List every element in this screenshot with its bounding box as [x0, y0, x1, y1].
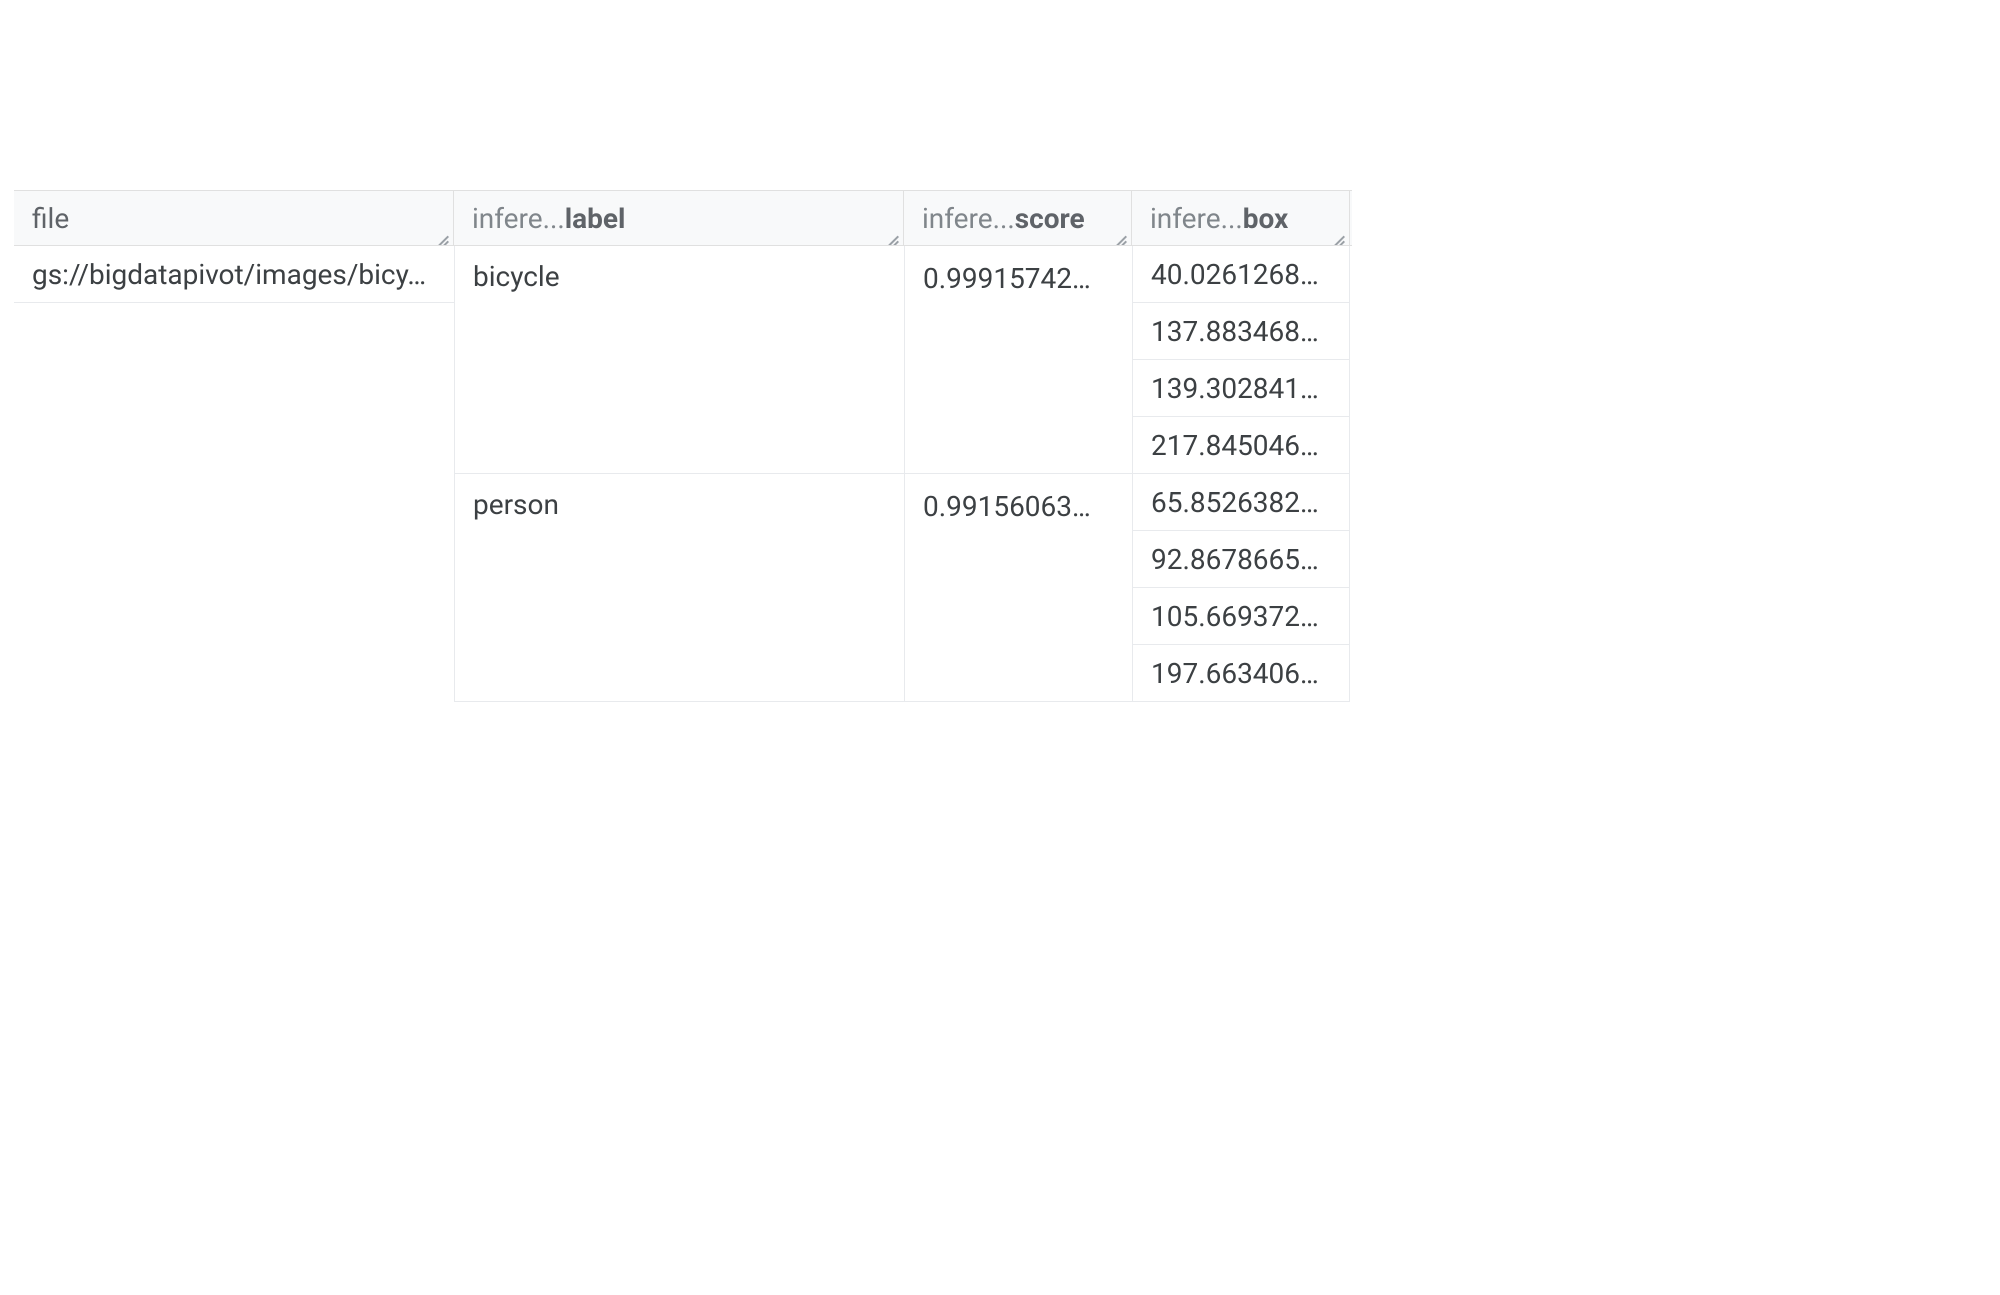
table-column-score: 0.99915742… 0.99156063…: [904, 246, 1132, 702]
cell-score[interactable]: 0.99915742…: [904, 246, 1132, 474]
table-column-file: gs://bigdatapivot/images/bicy…: [14, 246, 454, 702]
cell-box[interactable]: 217.845046…: [1132, 417, 1350, 474]
column-resize-icon: [881, 225, 899, 243]
column-header-score[interactable]: infere...score: [904, 191, 1132, 245]
cell-box[interactable]: 137.883468…: [1132, 303, 1350, 360]
table-column-box: 40.0261268… 137.883468… 139.302841… 217.…: [1132, 246, 1350, 702]
column-header-file-label: file: [32, 202, 69, 235]
table-column-label: bicycle person: [454, 246, 904, 702]
table-body: gs://bigdatapivot/images/bicy… bicycle p…: [14, 246, 1352, 702]
cell-label[interactable]: bicycle: [454, 246, 904, 474]
column-header-box[interactable]: infere...box: [1132, 191, 1350, 245]
column-header-box-label: infere...box: [1150, 202, 1288, 235]
cell-box[interactable]: 197.663406…: [1132, 645, 1350, 702]
column-resize-icon: [1327, 225, 1345, 243]
cell-label[interactable]: person: [454, 474, 904, 702]
column-resize-icon: [1109, 225, 1127, 243]
cell-box[interactable]: 65.8526382…: [1132, 474, 1350, 531]
results-table: file infere...label infere...score infer…: [14, 190, 1352, 702]
table-header-row: file infere...label infere...score infer…: [14, 190, 1352, 246]
column-header-label-label: infere...label: [472, 202, 625, 235]
cell-box[interactable]: 40.0261268…: [1132, 246, 1350, 303]
column-header-score-label: infere...score: [922, 202, 1085, 235]
cell-score[interactable]: 0.99156063…: [904, 474, 1132, 702]
cell-file[interactable]: gs://bigdatapivot/images/bicy…: [14, 246, 454, 303]
column-resize-icon: [431, 225, 449, 243]
cell-box[interactable]: 139.302841…: [1132, 360, 1350, 417]
cell-box[interactable]: 105.669372…: [1132, 588, 1350, 645]
cell-box[interactable]: 92.8678665…: [1132, 531, 1350, 588]
column-header-file[interactable]: file: [14, 191, 454, 245]
column-header-label[interactable]: infere...label: [454, 191, 904, 245]
